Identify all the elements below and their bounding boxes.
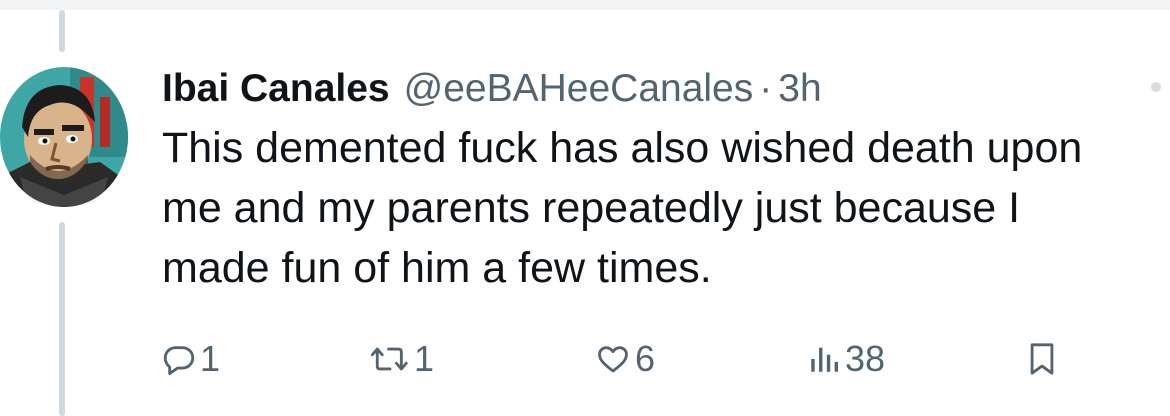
user-handle[interactable]: @eeBAHeeCanales [404,60,754,118]
timestamp[interactable]: 3h [778,60,821,118]
view-count: 38 [845,338,886,379]
thread-line-bottom [59,222,65,416]
display-name[interactable]: Ibai Canales [162,60,390,118]
separator-dot: · [759,67,773,110]
retweet-count: 1 [414,338,435,379]
retweet-button[interactable]: 1 [370,335,434,383]
reply-icon [162,342,196,376]
tweet[interactable]: Ibai Canales @eeBAHeeCanales · 3h This d… [162,60,1122,298]
tweet-header: Ibai Canales @eeBAHeeCanales · 3h [162,60,1122,118]
tweet-text: This demented fuck has also wished death… [162,124,1083,292]
action-bar: 1 1 6 38 [162,335,1062,383]
reply-count: 1 [200,338,221,379]
retweet-icon [370,342,410,376]
views-button[interactable]: 38 [807,335,885,383]
bookmark-icon [1027,342,1057,376]
reply-button[interactable]: 1 [162,335,220,383]
heart-icon [595,342,631,376]
views-icon [807,342,841,376]
bookmark-button[interactable] [1027,335,1057,383]
thread-line-top [59,10,65,52]
like-count: 6 [635,338,656,379]
avatar[interactable] [0,67,128,207]
top-divider [0,0,1170,10]
more-options-icon[interactable] [1151,82,1161,92]
like-button[interactable]: 6 [595,335,655,383]
